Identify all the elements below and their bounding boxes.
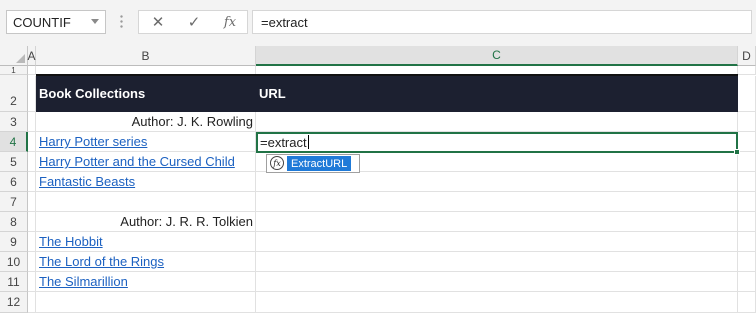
book-link[interactable]: The Hobbit — [36, 234, 103, 249]
cell-d1[interactable] — [738, 66, 756, 75]
column-header-b[interactable]: B — [36, 46, 256, 66]
cell-a12[interactable] — [28, 292, 36, 313]
cell-b7[interactable] — [36, 192, 256, 212]
cell-b12[interactable] — [36, 292, 256, 313]
row-header-4[interactable]: 4 — [0, 132, 28, 152]
cell-c12[interactable] — [256, 292, 738, 313]
row-header-9[interactable]: 9 — [0, 232, 28, 252]
cell-d7[interactable] — [738, 192, 756, 212]
header-url-label: URL — [259, 86, 286, 101]
row-header-8[interactable]: 8 — [0, 212, 28, 232]
cell-a1[interactable] — [28, 66, 36, 75]
cell-b3-author[interactable]: Author: J. K. Rowling — [36, 112, 256, 132]
cell-b11[interactable]: The Silmarillion — [36, 272, 256, 292]
cell-d12[interactable] — [738, 292, 756, 313]
row-header-11[interactable]: 11 — [0, 272, 28, 292]
active-cell-text: =extract — [260, 135, 307, 150]
cell-d8[interactable] — [738, 212, 756, 232]
formula-bar-area: COUNTIF ✕ ✓ fx =extract — [0, 0, 756, 46]
cell-d9[interactable] — [738, 232, 756, 252]
chevron-down-icon[interactable] — [91, 19, 99, 24]
book-link[interactable]: The Lord of the Rings — [36, 254, 164, 269]
cell-c3[interactable] — [256, 112, 738, 132]
row-header-10[interactable]: 10 — [0, 252, 28, 272]
cell-a4[interactable] — [28, 132, 36, 152]
name-box-value: COUNTIF — [13, 14, 71, 30]
cell-b8-author[interactable]: Author: J. R. R. Tolkien — [36, 212, 256, 232]
cell-b4[interactable]: Harry Potter series — [36, 132, 256, 152]
row-header-3[interactable]: 3 — [0, 112, 28, 132]
cell-d4[interactable] — [738, 132, 756, 152]
text-caret — [307, 135, 309, 149]
name-box[interactable]: COUNTIF — [6, 10, 106, 34]
cell-d10[interactable] — [738, 252, 756, 272]
cell-d5[interactable] — [738, 152, 756, 172]
autocomplete-item-extracturl[interactable]: ExtractURL — [287, 156, 352, 171]
row-header-2[interactable]: 2 — [0, 75, 28, 112]
drag-handle-icon[interactable] — [120, 14, 123, 30]
cell-d6[interactable] — [738, 172, 756, 192]
cell-c11[interactable] — [256, 272, 738, 292]
fill-handle[interactable] — [734, 149, 740, 155]
cancel-icon[interactable]: ✕ — [143, 11, 173, 33]
active-cell-c4[interactable]: =extract — [256, 132, 738, 153]
book-link[interactable]: The Silmarillion — [36, 274, 128, 289]
book-link[interactable]: Harry Potter series — [36, 134, 147, 149]
cell-b9[interactable]: The Hobbit — [36, 232, 256, 252]
cell-d2[interactable] — [738, 76, 756, 112]
select-all-corner[interactable] — [0, 46, 28, 66]
cell-d11[interactable] — [738, 272, 756, 292]
cell-a9[interactable] — [28, 232, 36, 252]
cell-a11[interactable] — [28, 272, 36, 292]
cell-c10[interactable] — [256, 252, 738, 272]
cell-a2[interactable] — [28, 76, 36, 112]
column-header-c[interactable]: C — [256, 46, 738, 66]
row-header-5[interactable]: 5 — [0, 152, 28, 172]
cell-b10[interactable]: The Lord of the Rings — [36, 252, 256, 272]
cell-c9[interactable] — [256, 232, 738, 252]
cell-a3[interactable] — [28, 112, 36, 132]
cell-b5[interactable]: Harry Potter and the Cursed Child — [36, 152, 256, 172]
row-header-12[interactable]: 12 — [0, 292, 28, 313]
book-link[interactable]: Fantastic Beasts — [36, 174, 135, 189]
cell-d3[interactable] — [738, 112, 756, 132]
cell-a7[interactable] — [28, 192, 36, 212]
cell-c7[interactable] — [256, 192, 738, 212]
row-header-6[interactable]: 6 — [0, 172, 28, 192]
cell-b6[interactable]: Fantastic Beasts — [36, 172, 256, 192]
function-icon: fx — [270, 156, 284, 170]
column-header-d[interactable]: D — [738, 46, 756, 66]
row-header-1[interactable]: 1 — [0, 66, 28, 75]
enter-icon[interactable]: ✓ — [179, 11, 209, 33]
insert-function-icon[interactable]: fx — [215, 11, 245, 33]
table-header-url[interactable]: URL — [256, 76, 738, 112]
header-book-collections-label: Book Collections — [39, 86, 146, 101]
cell-a10[interactable] — [28, 252, 36, 272]
cell-a5[interactable] — [28, 152, 36, 172]
row-header-7[interactable]: 7 — [0, 192, 28, 212]
cell-c8[interactable] — [256, 212, 738, 232]
cell-a8[interactable] — [28, 212, 36, 232]
cell-a6[interactable] — [28, 172, 36, 192]
table-header-book-collections[interactable]: Book Collections — [36, 76, 256, 112]
formula-buttons: ✕ ✓ fx — [138, 10, 248, 34]
book-link[interactable]: Harry Potter and the Cursed Child — [36, 154, 235, 169]
function-autocomplete: fx ExtractURL — [266, 154, 360, 173]
column-header-a[interactable]: A — [28, 46, 36, 66]
formula-input[interactable]: =extract — [252, 10, 752, 34]
cell-c6[interactable] — [256, 172, 738, 192]
